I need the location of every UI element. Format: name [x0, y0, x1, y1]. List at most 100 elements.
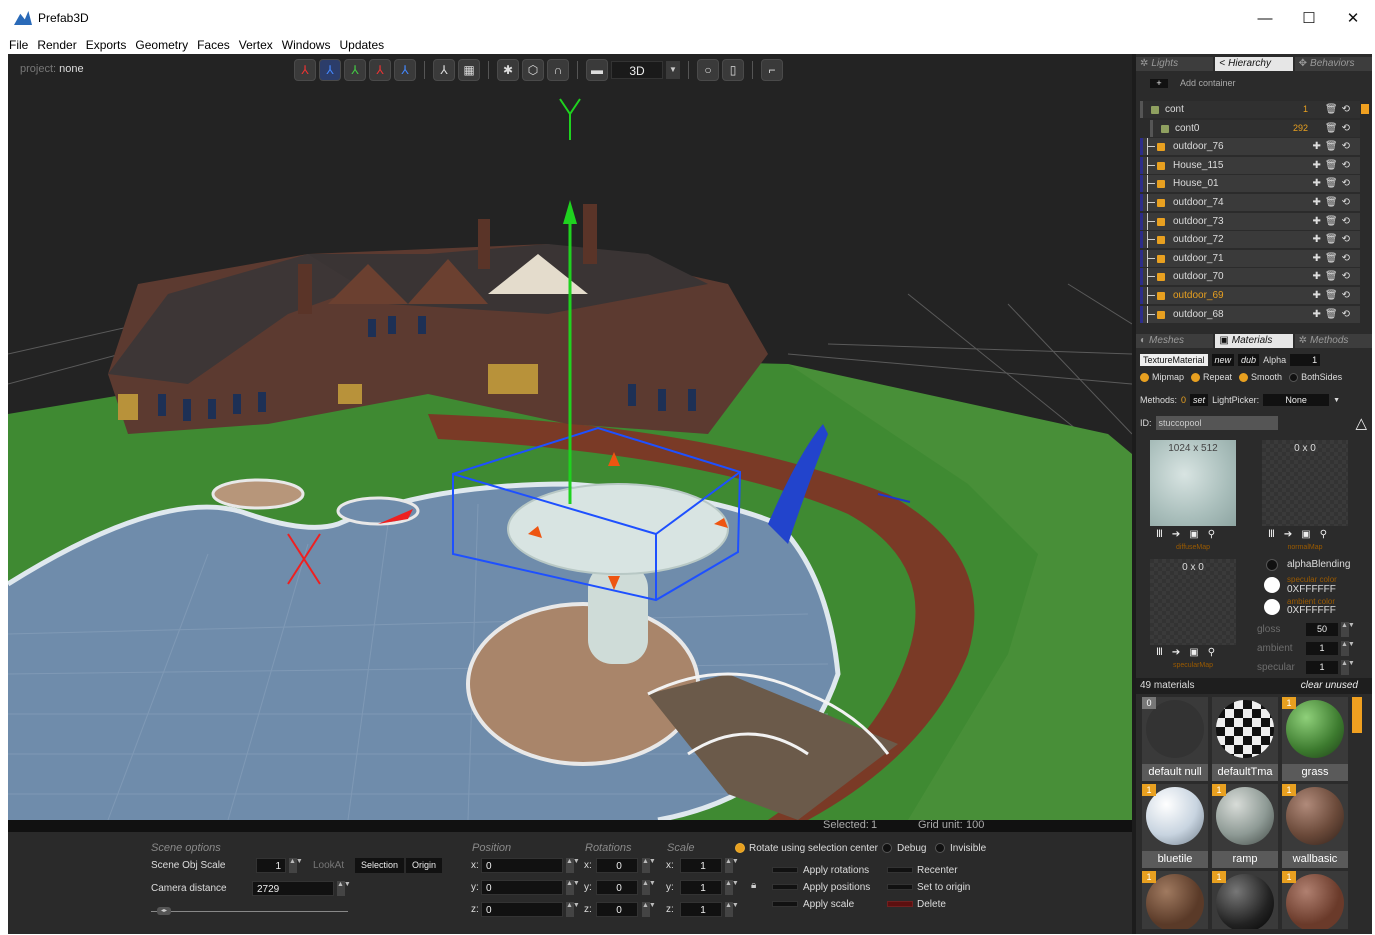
chevron-down-icon[interactable]: ▼ — [666, 61, 680, 79]
list-item[interactable]: outdoor_71 ✚🗑︎⟲ — [1140, 249, 1360, 267]
scale-x-stepper[interactable]: ▲▼ — [725, 858, 739, 873]
scale-z-input[interactable]: 1 — [680, 902, 722, 917]
grid-toggle-icon[interactable]: ▦ — [458, 59, 480, 81]
bothsides-toggle[interactable]: BothSides — [1289, 372, 1342, 383]
tab-hierarchy[interactable]: < Hierarchy — [1215, 57, 1293, 71]
menu-vertex[interactable]: Vertex — [239, 38, 273, 52]
scale-y-stepper[interactable]: ▲▼ — [725, 880, 739, 895]
mipmap-toggle[interactable]: Mipmap — [1140, 372, 1184, 383]
recenter-button[interactable] — [887, 867, 913, 873]
lookat-selection-button[interactable]: Selection — [355, 858, 405, 873]
material-tile[interactable]: defaultTma — [1212, 697, 1278, 781]
row-actions-icon[interactable]: ✚🗑︎⟲ — [1313, 250, 1354, 267]
camera-distance-stepper[interactable]: ▲▼ — [337, 881, 351, 896]
row-actions-icon[interactable]: ✚🗑︎⟲ — [1313, 213, 1354, 230]
material-tile[interactable]: 1 ramp — [1212, 784, 1278, 868]
image-icon[interactable]: ▣ — [1189, 529, 1198, 540]
cube-icon[interactable]: ⬡ — [522, 59, 544, 81]
row-actions-icon[interactable]: ✚🗑︎⟲ — [1313, 138, 1354, 155]
minimize-button[interactable]: — — [1243, 0, 1287, 36]
warning-triangle-icon[interactable]: △ — [1356, 414, 1368, 432]
tab-behaviors[interactable]: ✥ Behaviors — [1294, 57, 1372, 71]
zoom-icon[interactable]: ⚲ — [1208, 529, 1215, 540]
scene-obj-scale-stepper[interactable]: ▲▼ — [289, 858, 303, 873]
material-tile[interactable]: 1 — [1282, 871, 1348, 929]
rotate-selection-center-toggle[interactable] — [735, 843, 745, 853]
set-to-origin-button[interactable] — [887, 884, 913, 890]
materials-scrollbar[interactable] — [1352, 697, 1362, 733]
specular-color-swatch[interactable] — [1264, 577, 1280, 593]
scale-x-input[interactable]: 1 — [680, 858, 722, 873]
lightpicker-select[interactable]: None — [1263, 394, 1330, 406]
scale-y-input[interactable]: 1 — [680, 880, 722, 895]
row-actions-icon[interactable]: ✚🗑︎⟲ — [1313, 268, 1354, 285]
import-icon[interactable]: ➔ — [1172, 529, 1180, 540]
smooth-toggle[interactable]: Smooth — [1239, 372, 1282, 383]
list-item[interactable]: House_01 ✚🗑︎⟲ — [1140, 175, 1360, 193]
zoom-icon[interactable]: ⚲ — [1320, 529, 1327, 540]
import-icon[interactable]: ➔ — [1284, 529, 1292, 540]
chevron-down-icon[interactable]: ▼ — [1333, 397, 1340, 404]
debug-toggle[interactable] — [882, 843, 892, 853]
row-actions-icon[interactable]: ✚🗑︎⟲ — [1313, 175, 1354, 192]
camera-distance-input[interactable]: 2729 — [252, 881, 334, 896]
alpha-input[interactable]: 1 — [1290, 354, 1321, 366]
scene-obj-scale-input[interactable]: 1 — [256, 858, 286, 873]
rotation-z-input[interactable]: 0 — [596, 902, 638, 917]
row-actions-icon[interactable]: 🗑︎⟲ — [1325, 120, 1354, 137]
menu-faces[interactable]: Faces — [197, 38, 230, 52]
slider-handle[interactable]: ◂▸ — [157, 907, 171, 915]
hierarchy-scrollbar[interactable] — [1361, 104, 1369, 114]
apply-scale-button[interactable] — [772, 901, 798, 907]
axis-view-top-icon[interactable]: ⅄ — [369, 59, 391, 81]
channels-icon[interactable]: Ⅲ — [1156, 647, 1163, 658]
menu-windows[interactable]: Windows — [282, 38, 331, 52]
tab-materials[interactable]: ▣ Materials — [1215, 334, 1293, 348]
alpha-blending-toggle[interactable] — [1266, 559, 1278, 571]
rotation-z-stepper[interactable]: ▲▼ — [642, 902, 656, 917]
material-tile[interactable]: 1 bluetile — [1142, 784, 1208, 868]
position-y-input[interactable]: 0 — [481, 880, 563, 895]
row-actions-icon[interactable]: ✚🗑︎⟲ — [1313, 231, 1354, 248]
ambient-color-swatch[interactable] — [1264, 599, 1280, 615]
new-material-button[interactable]: new — [1211, 354, 1235, 366]
material-tile[interactable]: 0 default null — [1142, 697, 1208, 781]
list-item[interactable]: outdoor_74 ✚🗑︎⟲ — [1140, 193, 1360, 211]
3d-viewport[interactable]: project: none ⅄ ⅄ ⅄ ⅄ ⅄ ⅄ ▦ ✱ ⬡ ∩ ▬ 3D ▼… — [8, 54, 1132, 820]
list-item[interactable]: outdoor_68 ✚🗑︎⟲ — [1140, 305, 1360, 323]
channels-icon[interactable]: Ⅲ — [1268, 529, 1275, 540]
view-mode-select[interactable]: 3D — [611, 61, 663, 79]
axis-view-side-icon[interactable]: ⅄ — [344, 59, 366, 81]
clear-unused-button[interactable]: clear unused — [1301, 678, 1358, 694]
position-y-stepper[interactable]: ▲▼ — [566, 880, 580, 895]
position-z-input[interactable]: 0 — [481, 902, 563, 917]
material-tile[interactable]: 1 — [1142, 871, 1208, 929]
menu-file[interactable]: File — [9, 38, 28, 52]
list-item[interactable]: cont0 292 🗑︎⟲ — [1150, 119, 1360, 137]
ambient-input[interactable]: 1 — [1306, 642, 1338, 655]
material-tile[interactable]: 1 grass — [1282, 697, 1348, 781]
channels-icon[interactable]: Ⅲ — [1156, 529, 1163, 540]
circle-icon[interactable]: ○ — [697, 59, 719, 81]
normal-map-slot[interactable]: 0 x 0 — [1262, 440, 1348, 526]
rotation-x-input[interactable]: 0 — [596, 858, 638, 873]
apply-positions-button[interactable] — [772, 884, 798, 890]
specular-stepper[interactable]: ▲▼ — [1341, 660, 1355, 675]
material-id-input[interactable]: stuccopool — [1155, 416, 1278, 430]
repeat-toggle[interactable]: Repeat — [1191, 372, 1232, 383]
apply-rotations-button[interactable] — [772, 867, 798, 873]
invisible-toggle[interactable] — [935, 843, 945, 853]
tab-lights[interactable]: ✲ Lights — [1136, 57, 1214, 71]
axis-view-bottom-icon[interactable]: ⅄ — [394, 59, 416, 81]
set-methods-button[interactable]: set — [1190, 394, 1209, 406]
list-item[interactable]: outdoor_70 ✚🗑︎⟲ — [1140, 268, 1360, 286]
plus-icon[interactable]: + — [1150, 78, 1168, 88]
image-icon[interactable]: ▣ — [1301, 529, 1310, 540]
image-icon[interactable]: ▣ — [1189, 647, 1198, 658]
zoom-icon[interactable]: ⚲ — [1208, 647, 1215, 658]
tab-meshes[interactable]: ◐ Meshes — [1136, 334, 1214, 348]
close-button[interactable]: ✕ — [1331, 0, 1375, 36]
list-item[interactable]: House_115 ✚🗑︎⟲ — [1140, 156, 1360, 174]
gloss-input[interactable]: 50 — [1306, 623, 1338, 636]
row-actions-icon[interactable]: ✚🗑︎⟲ — [1313, 157, 1354, 174]
